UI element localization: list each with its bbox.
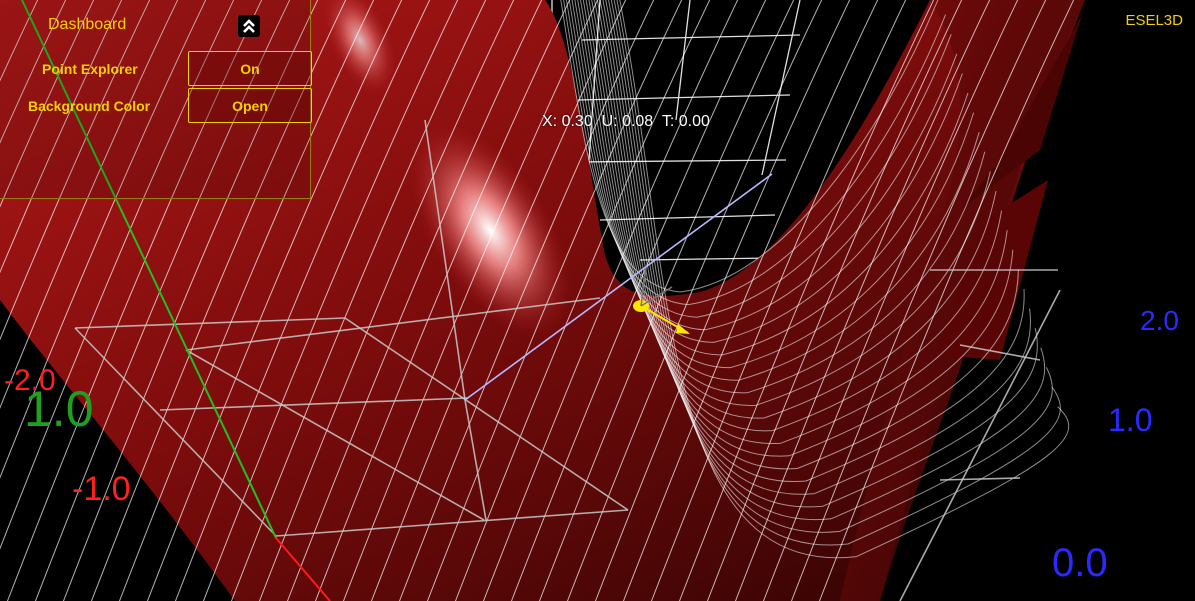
dashboard-title: Dashboard — [48, 16, 127, 33]
y-axis-tick-label: 1.0 — [24, 381, 94, 437]
z-axis-tick-label: 1.0 — [1108, 402, 1153, 438]
point-explorer-label: Point Explorer — [42, 61, 138, 77]
background-color-button[interactable]: Open — [188, 88, 312, 123]
u-readout-label: U: — [601, 113, 618, 130]
double-chevron-up-icon — [243, 19, 255, 33]
coordinate-readout: X: 0.30 U: 0.08 T: 0.00 — [542, 113, 710, 131]
t-readout-label: T: — [661, 113, 675, 130]
x-readout-label: X: — [542, 113, 558, 130]
brand-logo-text: ESEL3D — [1125, 12, 1183, 29]
z-axis-tick-label: 0.0 — [1052, 541, 1108, 585]
point-explorer-button[interactable]: On — [188, 51, 312, 86]
x-axis-tick-label: -1.0 — [72, 470, 131, 508]
background-color-label: Background Color — [28, 98, 151, 114]
z-axis-tick-label: 2.0 — [1140, 305, 1179, 336]
u-readout-value: 0.08 — [622, 113, 654, 130]
t-readout-value: 0.00 — [678, 113, 710, 130]
x-readout-value: 0.30 — [561, 113, 593, 130]
dashboard-panel: Dashboard Point Explorer On Background C… — [0, 0, 312, 199]
collapse-dashboard-button[interactable] — [238, 15, 260, 37]
